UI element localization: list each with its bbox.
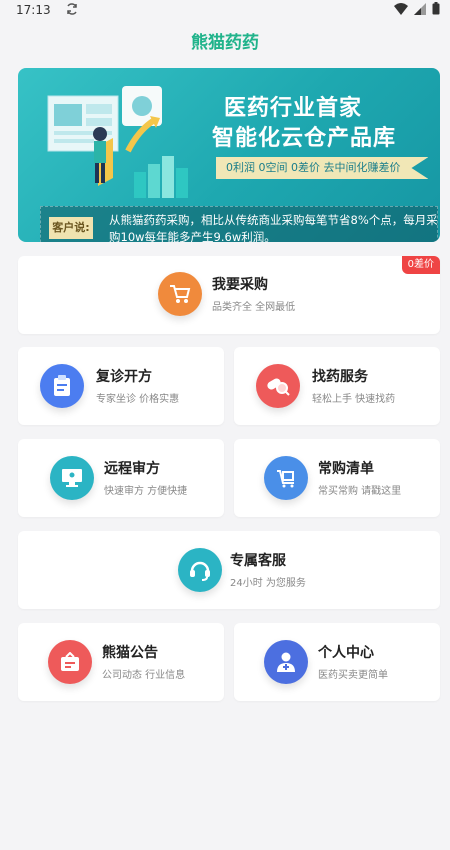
remote-review-title: 远程审方 xyxy=(104,461,160,477)
purchase-subtitle: 品类齐全 全网最低 xyxy=(212,302,296,313)
banner-headline-1: 医药行业首家 xyxy=(224,96,363,121)
app-title: 熊猫药药 xyxy=(191,33,259,53)
quote-text: 从熊猫药药采购，相比从传统商业采购每笔节省8%个点，每月采购10w每年能多产生9… xyxy=(109,213,438,242)
battery-icon xyxy=(432,2,440,18)
notice-icon xyxy=(48,640,92,684)
customer-service-title: 专属客服 xyxy=(230,553,286,569)
purchase-card[interactable]: 我要采购 品类齐全 全网最低 0差价 xyxy=(18,256,440,334)
banner-headline-2: 智能化云仓产品库 xyxy=(212,126,397,151)
announcement-subtitle: 公司动态 行业信息 xyxy=(102,670,186,681)
profile-card[interactable]: 个人中心 医药买卖更简单 xyxy=(234,623,440,701)
announcement-title: 熊猫公告 xyxy=(102,645,158,661)
frequent-list-subtitle: 常买常购 请戳这里 xyxy=(318,486,402,497)
status-time: 17:13 xyxy=(16,3,51,17)
find-drug-card[interactable]: 找药服务 轻松上手 快速找药 xyxy=(234,347,440,425)
doctor-icon xyxy=(264,640,308,684)
frequent-list-title: 常购清单 xyxy=(318,461,374,477)
pill-search-icon xyxy=(256,364,300,408)
find-drug-subtitle: 轻松上手 快速找药 xyxy=(312,394,396,405)
followup-subtitle: 专家坐诊 价格实惠 xyxy=(96,394,180,405)
wifi-icon xyxy=(394,2,408,18)
profile-title: 个人中心 xyxy=(318,645,374,661)
customer-quote: 客户说: 从熊猫药药采购，相比从传统商业采购每笔节省8%个点，每月采购10w每年… xyxy=(40,206,438,242)
customer-service-subtitle: 24小时 为您服务 xyxy=(230,578,306,589)
followup-title: 复诊开方 xyxy=(96,369,152,385)
promo-banner[interactable]: 医药行业首家 智能化云仓产品库 0利润 0空间 0差价 去中间化赚差价 客户说:… xyxy=(18,68,440,242)
announcement-card[interactable]: 熊猫公告 公司动态 行业信息 xyxy=(18,623,224,701)
sync-icon xyxy=(65,2,79,19)
signal-icon xyxy=(414,2,426,18)
purchase-title: 我要采购 xyxy=(212,277,268,293)
clipboard-cart-icon xyxy=(264,456,308,500)
find-drug-title: 找药服务 xyxy=(312,369,368,385)
zero-markup-badge: 0差价 xyxy=(401,256,440,274)
frequent-list-card[interactable]: 常购清单 常买常购 请戳这里 xyxy=(234,439,440,517)
status-bar: 17:13 xyxy=(0,0,450,20)
remote-review-subtitle: 快速审方 方便快捷 xyxy=(104,486,188,497)
followup-prescription-card[interactable]: 复诊开方 专家坐诊 价格实惠 xyxy=(18,347,224,425)
banner-tagline: 0利润 0空间 0差价 去中间化赚差价 xyxy=(216,157,429,179)
headset-icon xyxy=(178,548,222,592)
cart-icon xyxy=(158,272,202,316)
monitor-icon xyxy=(50,456,94,500)
quote-label: 客户说: xyxy=(49,217,93,239)
profile-subtitle: 医药买卖更简单 xyxy=(318,670,388,681)
prescription-icon xyxy=(40,364,84,408)
remote-review-card[interactable]: 远程审方 快速审方 方便快捷 xyxy=(18,439,224,517)
warehouse-illustration xyxy=(47,86,188,198)
customer-service-card[interactable]: 专属客服 24小时 为您服务 xyxy=(18,531,440,609)
